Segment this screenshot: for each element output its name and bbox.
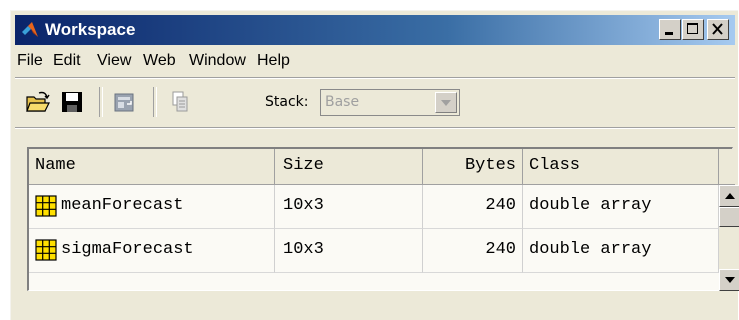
array-icon [35, 239, 57, 261]
menu-file-label: File [17, 52, 43, 69]
table-row-2-name[interactable]: sigmaForecast [29, 229, 275, 273]
column-header-class-label: Class [529, 156, 581, 175]
variable-size: 10x3 [283, 240, 324, 259]
save-icon [62, 92, 82, 112]
array-icon [35, 195, 57, 217]
close-button[interactable] [707, 19, 729, 40]
column-header-bytes-label: Bytes [464, 156, 516, 175]
toolbar-separator-2 [153, 87, 157, 117]
chevron-down-icon [441, 100, 451, 106]
table-row-2-size: 10x3 [275, 229, 423, 273]
maximize-icon [687, 23, 698, 34]
variable-class: double array [529, 240, 652, 259]
column-header-size-label: Size [283, 156, 324, 175]
table-row-1-class: double array [523, 185, 719, 229]
maximize-button[interactable] [682, 19, 704, 40]
column-header-bytes[interactable]: Bytes [423, 149, 523, 185]
delete-button[interactable] [167, 89, 193, 115]
stack-select[interactable]: Base [320, 89, 460, 116]
toolbar-separator [99, 87, 103, 117]
toolbar-divider [15, 127, 735, 129]
title-bar[interactable]: Workspace [15, 15, 735, 45]
column-header-size[interactable]: Size [275, 149, 423, 185]
menu-file[interactable]: File [17, 51, 43, 71]
vertical-scrollbar[interactable] [719, 185, 739, 291]
variable-name: sigmaForecast [61, 240, 194, 259]
menu-view-label: View [97, 52, 132, 69]
column-header-filler [719, 149, 735, 185]
minimize-button[interactable] [659, 19, 681, 40]
menu-help-label: Help [257, 52, 290, 69]
window-title: Workspace [45, 20, 136, 39]
variable-size: 10x3 [283, 196, 324, 215]
scroll-down-button[interactable] [719, 269, 739, 291]
stack-dropdown-button[interactable] [435, 92, 457, 113]
table-row-1-name[interactable]: meanForecast [29, 185, 275, 229]
variable-bytes: 240 [485, 240, 516, 259]
stack-value: Base [325, 94, 360, 110]
arrow-down-icon [725, 277, 735, 283]
menu-edit[interactable]: Edit [53, 51, 81, 71]
menu-edit-label: Edit [53, 52, 81, 69]
matlab-logo-icon [22, 22, 38, 37]
toolbar: Stack: Base [15, 81, 735, 121]
menu-help[interactable]: Help [257, 51, 290, 71]
table-row-2-bytes: 240 [423, 229, 523, 273]
menu-view[interactable]: View [97, 51, 131, 71]
stack-label: Stack: [265, 94, 309, 110]
column-header-name-label: Name [35, 156, 76, 175]
menu-web[interactable]: Web [143, 51, 176, 71]
save-button[interactable] [59, 89, 85, 115]
open-button[interactable] [25, 89, 51, 115]
variable-name: meanForecast [61, 196, 184, 215]
variables-table: Name Size Bytes Class meanForecast 10x3 … [27, 147, 739, 291]
arrow-up-icon [725, 193, 735, 199]
import-data-icon [114, 93, 134, 112]
variable-bytes: 240 [485, 196, 516, 215]
scroll-up-button[interactable] [719, 185, 739, 207]
workspace-window: Workspace File Edit View Web Window Help [10, 10, 739, 320]
table-row-2-class: double array [523, 229, 719, 273]
menu-window[interactable]: Window [189, 51, 246, 71]
scroll-thumb[interactable] [719, 207, 739, 227]
open-folder-icon [26, 91, 50, 112]
column-header-name[interactable]: Name [29, 149, 275, 185]
table-row-1-bytes: 240 [423, 185, 523, 229]
column-header-class[interactable]: Class [523, 149, 719, 185]
menu-divider [15, 77, 735, 79]
delete-icon [172, 91, 188, 112]
menu-web-label: Web [143, 52, 176, 69]
close-icon [712, 23, 723, 35]
menu-window-label: Window [189, 52, 246, 69]
variable-class: double array [529, 196, 652, 215]
table-row-1-size: 10x3 [275, 185, 423, 229]
minimize-icon [665, 32, 673, 35]
import-data-button[interactable] [111, 89, 137, 115]
